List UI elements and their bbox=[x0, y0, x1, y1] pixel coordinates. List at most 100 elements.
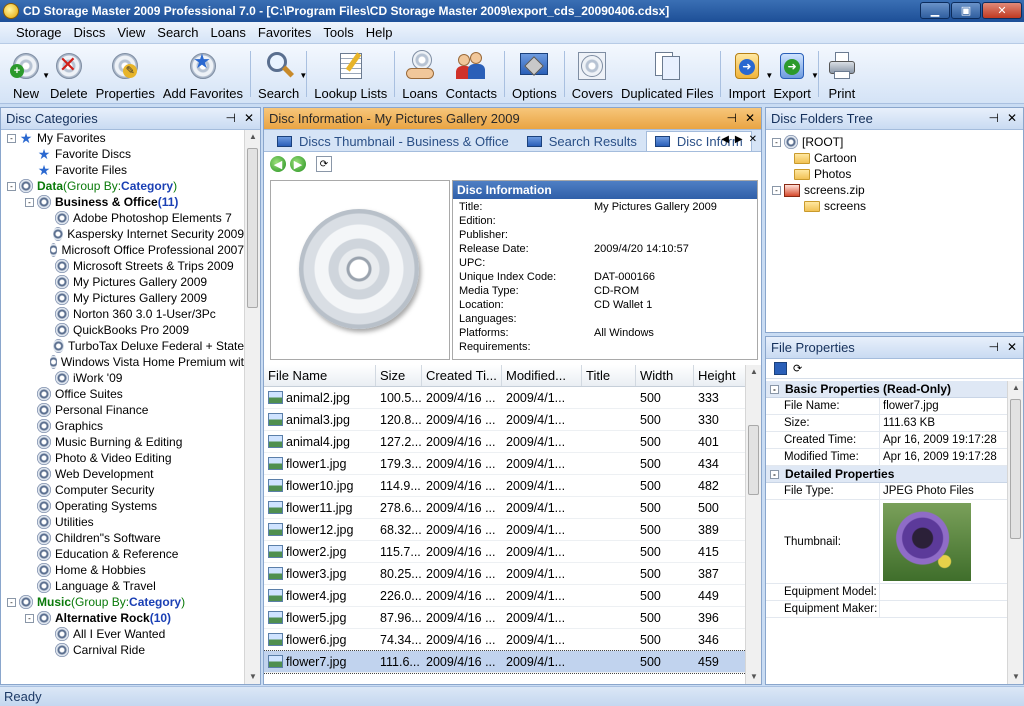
tree-node[interactable]: Operating Systems bbox=[1, 498, 244, 514]
table-row[interactable]: flower1.jpg 179.3... 2009/4/16 ... 2009/4/1… bbox=[264, 453, 746, 475]
tree-node[interactable]: Home & Hobbies bbox=[1, 562, 244, 578]
column-header[interactable]: Created Ti... bbox=[422, 365, 502, 386]
scrollbar-thumb[interactable] bbox=[247, 148, 258, 308]
basic-properties-section[interactable]: - Basic Properties (Read-Only) bbox=[766, 381, 1007, 398]
tree-node[interactable]: Utilities bbox=[1, 514, 244, 530]
table-row[interactable]: flower11.jpg 278.6... 2009/4/16 ... 2009/4/… bbox=[264, 497, 746, 519]
pin-icon[interactable]: ⊣ bbox=[726, 111, 736, 125]
tab-search-results[interactable]: Search Results bbox=[518, 131, 646, 151]
export-dropdown-arrow-icon[interactable]: ▼ bbox=[811, 71, 819, 80]
tree-node[interactable]: - Business & Office (11) bbox=[1, 194, 244, 210]
menu-discs[interactable]: Discs bbox=[68, 25, 112, 40]
tree-node[interactable]: - Data (Group By: Category) bbox=[1, 178, 244, 194]
tab-scroll-right-icon[interactable]: ▶ bbox=[735, 134, 743, 145]
back-arrow-icon[interactable]: ◀ bbox=[270, 156, 286, 172]
scroll-down-arrow-icon[interactable]: ▼ bbox=[746, 670, 761, 684]
column-header[interactable]: File Name bbox=[264, 365, 376, 386]
table-row[interactable]: flower3.jpg 80.25... 2009/4/16 ... 2009/4/1… bbox=[264, 563, 746, 585]
property-row[interactable]: Equipment Maker: bbox=[766, 601, 1007, 618]
collapse-toggle-icon[interactable]: - bbox=[25, 197, 34, 207]
tree-node[interactable]: ★ Favorite Discs bbox=[1, 146, 244, 162]
menu-storage[interactable]: Storage bbox=[10, 25, 68, 40]
pin-icon[interactable]: ⊣ bbox=[988, 111, 998, 125]
close-panel-icon[interactable]: ✕ bbox=[745, 111, 755, 125]
tree-node[interactable]: - Alternative Rock (10) bbox=[1, 610, 244, 626]
collapse-toggle-icon[interactable]: - bbox=[772, 137, 781, 147]
tree-node[interactable]: My Pictures Gallery 2009 bbox=[1, 290, 244, 306]
tree-node[interactable]: Adobe Photoshop Elements 7 bbox=[1, 210, 244, 226]
folder-node[interactable]: - [ROOT] bbox=[766, 134, 1023, 150]
folder-node[interactable]: Cartoon bbox=[766, 150, 1023, 166]
menu-loans[interactable]: Loans bbox=[204, 25, 251, 40]
print-button[interactable]: Print bbox=[822, 45, 862, 103]
table-row[interactable]: flower12.jpg 68.32... 2009/4/16 ... 2009/4/… bbox=[264, 519, 746, 541]
column-header[interactable]: Width bbox=[636, 365, 694, 386]
menu-view[interactable]: View bbox=[111, 25, 151, 40]
scrollbar-thumb[interactable] bbox=[1010, 399, 1021, 539]
column-header[interactable]: Size bbox=[376, 365, 422, 386]
refresh-icon[interactable]: ⟳ bbox=[793, 362, 802, 375]
close-panel-icon[interactable]: ✕ bbox=[1007, 340, 1017, 354]
property-row[interactable]: Thumbnail: bbox=[766, 500, 1007, 584]
tree-node[interactable]: TurboTax Deluxe Federal + State bbox=[1, 338, 244, 354]
import-button[interactable]: ➜ Import ▼ bbox=[724, 45, 773, 103]
add-favorites-button[interactable]: ★ Add Favorites bbox=[159, 45, 247, 103]
property-row[interactable]: Created Time: Apr 16, 2009 19:17:28 bbox=[766, 432, 1007, 449]
tree-node[interactable]: Computer Security bbox=[1, 482, 244, 498]
tree-node[interactable]: My Pictures Gallery 2009 bbox=[1, 274, 244, 290]
forward-arrow-icon[interactable]: ▶ bbox=[290, 156, 306, 172]
scroll-up-arrow-icon[interactable]: ▲ bbox=[746, 365, 761, 379]
tree-node[interactable]: Personal Finance bbox=[1, 402, 244, 418]
tree-node[interactable]: Microsoft Office Professional 2007 bbox=[1, 242, 244, 258]
tree-node[interactable]: Carnival Ride bbox=[1, 642, 244, 658]
tree-node[interactable]: Kaspersky Internet Security 2009 bbox=[1, 226, 244, 242]
tree-node[interactable]: Windows Vista Home Premium wit bbox=[1, 354, 244, 370]
collapse-toggle-icon[interactable]: - bbox=[7, 597, 16, 607]
scroll-down-arrow-icon[interactable]: ▼ bbox=[1008, 670, 1023, 684]
pin-icon[interactable]: ⊣ bbox=[988, 340, 998, 354]
menu-help[interactable]: Help bbox=[360, 25, 399, 40]
group-by-link[interactable]: Category bbox=[121, 179, 173, 193]
tree-node[interactable]: Photo & Video Editing bbox=[1, 450, 244, 466]
folder-node[interactable]: Photos bbox=[766, 166, 1023, 182]
property-row[interactable]: File Name: flower7.jpg bbox=[766, 398, 1007, 415]
refresh-icon[interactable]: ⟳ bbox=[316, 156, 332, 172]
properties-button[interactable]: ✎ Properties bbox=[92, 45, 159, 103]
tree-node[interactable]: Web Development bbox=[1, 466, 244, 482]
menu-search[interactable]: Search bbox=[151, 25, 204, 40]
property-row[interactable]: Modified Time: Apr 16, 2009 19:17:28 bbox=[766, 449, 1007, 466]
contacts-button[interactable]: Contacts bbox=[442, 45, 501, 103]
save-icon[interactable] bbox=[774, 362, 787, 375]
tree-node[interactable]: - Music (Group By: Category) bbox=[1, 594, 244, 610]
new-button[interactable]: + New ▼ bbox=[6, 45, 50, 103]
loans-button[interactable]: Loans bbox=[398, 45, 441, 103]
table-row[interactable]: flower4.jpg 226.0... 2009/4/16 ... 2009/4/1… bbox=[264, 585, 746, 607]
search-dropdown-arrow-icon[interactable]: ▼ bbox=[299, 71, 307, 80]
close-button[interactable]: ✕ bbox=[982, 2, 1022, 19]
scroll-down-arrow-icon[interactable]: ▼ bbox=[245, 670, 260, 684]
scrollbar-thumb[interactable] bbox=[748, 425, 759, 495]
property-row[interactable]: Size: 111.63 KB bbox=[766, 415, 1007, 432]
properties-scrollbar[interactable]: ▲ ▼ bbox=[1007, 381, 1023, 684]
covers-button[interactable]: Covers bbox=[568, 45, 617, 103]
menu-tools[interactable]: Tools bbox=[317, 25, 359, 40]
tree-node[interactable]: Children"s Software bbox=[1, 530, 244, 546]
tree-node[interactable]: Office Suites bbox=[1, 386, 244, 402]
table-row[interactable]: animal4.jpg 127.2... 2009/4/16 ... 2009/4/1… bbox=[264, 431, 746, 453]
column-header[interactable]: Title bbox=[582, 365, 636, 386]
export-button[interactable]: ➜ Export ▼ bbox=[769, 45, 819, 103]
minimize-button[interactable]: ▁ bbox=[920, 2, 950, 19]
close-panel-icon[interactable]: ✕ bbox=[244, 111, 254, 125]
tree-node[interactable]: - ★ My Favorites bbox=[1, 130, 244, 146]
scroll-up-arrow-icon[interactable]: ▲ bbox=[245, 130, 260, 144]
tab-scroll-left-icon[interactable]: ◀ bbox=[721, 134, 729, 145]
table-row[interactable]: flower2.jpg 115.7... 2009/4/16 ... 2009/4/1… bbox=[264, 541, 746, 563]
tree-node[interactable]: iWork '09 bbox=[1, 370, 244, 386]
menu-favorites[interactable]: Favorites bbox=[252, 25, 317, 40]
pin-icon[interactable]: ⊣ bbox=[225, 111, 235, 125]
collapse-toggle-icon[interactable]: - bbox=[7, 133, 16, 143]
duplicated-files-button[interactable]: Duplicated Files bbox=[617, 45, 718, 103]
property-row[interactable]: File Type: JPEG Photo Files bbox=[766, 483, 1007, 500]
folder-node[interactable]: - screens.zip bbox=[766, 182, 1023, 198]
tree-node[interactable]: Norton 360 3.0 1-User/3Pc bbox=[1, 306, 244, 322]
